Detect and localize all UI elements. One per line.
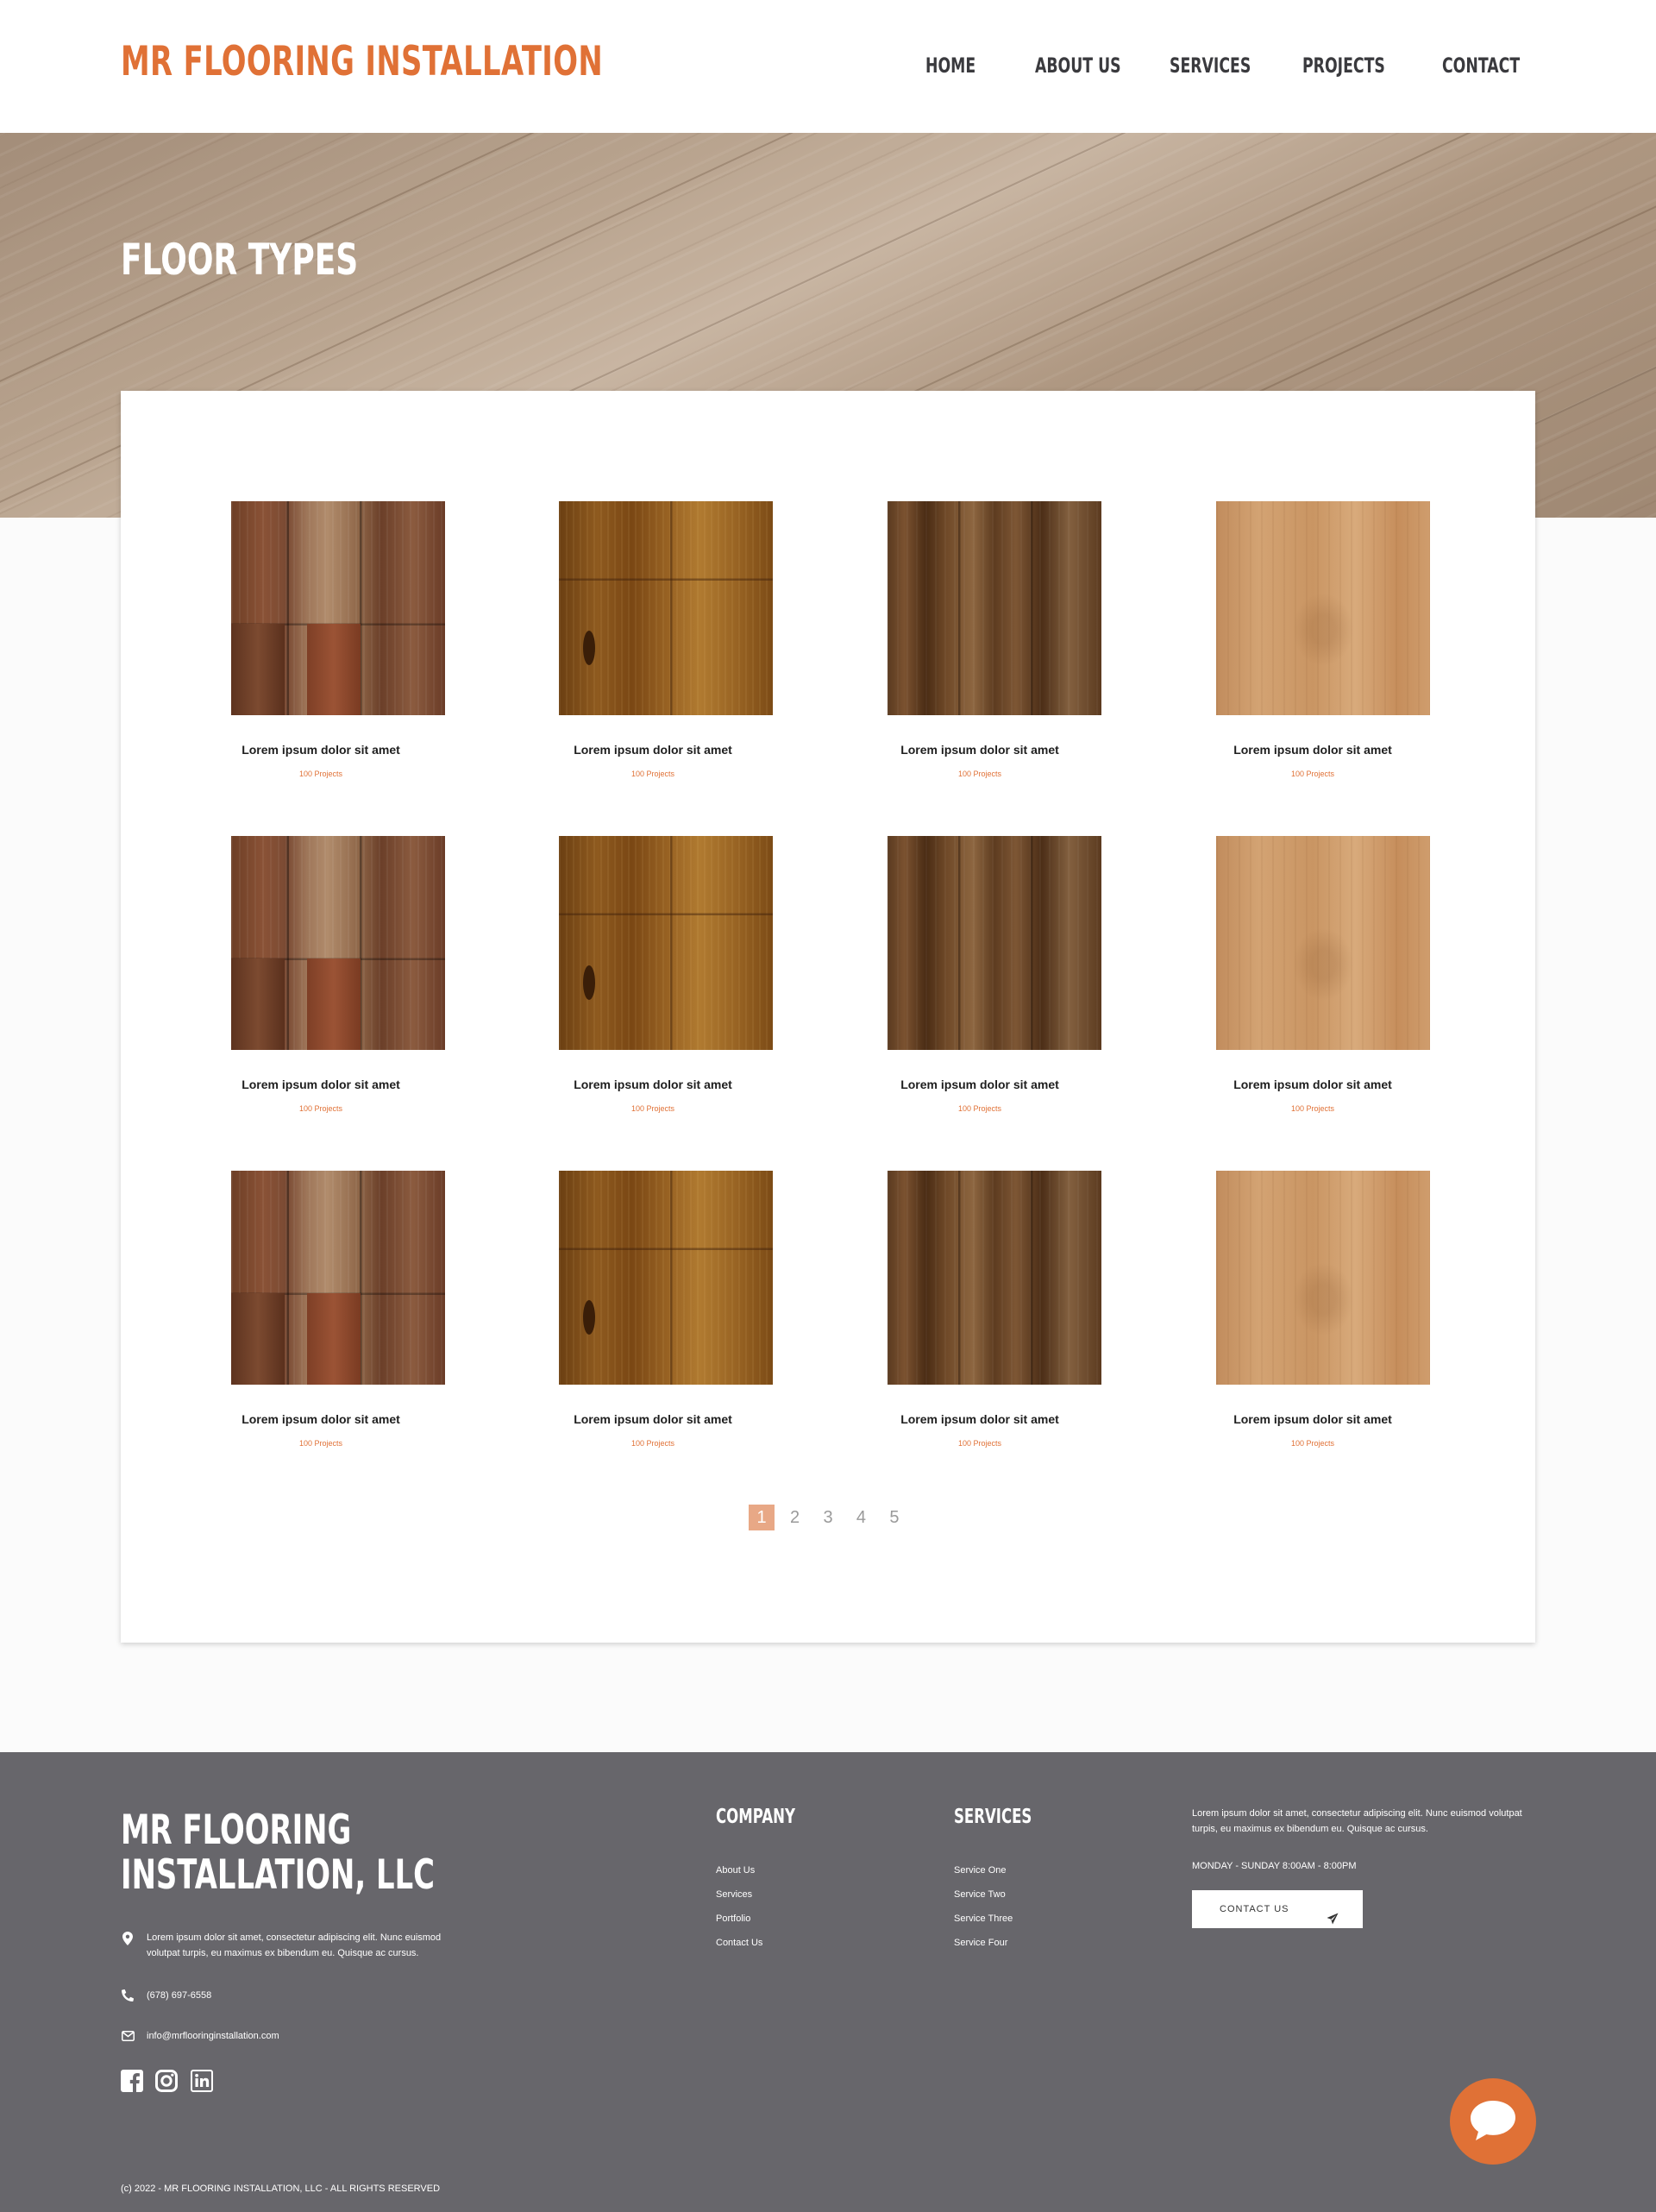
footer-link-service-three[interactable]: Service Three: [954, 1914, 1013, 1924]
floor-type-title[interactable]: Lorem ipsum dolor sit amet: [183, 1412, 459, 1426]
wood-plank-detail: [231, 1293, 285, 1385]
contact-us-button[interactable]: CONTACT US: [1192, 1890, 1363, 1928]
contact-us-button-label: CONTACT US: [1220, 1904, 1289, 1914]
footer-phone-text[interactable]: (678) 697-6558: [147, 1988, 474, 2003]
footer-brand-line1: MR FLOORING: [121, 1807, 352, 1854]
floor-type-title[interactable]: Lorem ipsum dolor sit amet: [1175, 743, 1451, 757]
page-1[interactable]: 1: [749, 1505, 775, 1530]
footer-brand-line2: INSTALLATION, LLC: [121, 1851, 435, 1899]
floor-type-title[interactable]: Lorem ipsum dolor sit amet: [183, 1078, 459, 1091]
floor-type-image[interactable]: [1216, 501, 1430, 715]
site-header: MR FLOORING INSTALLATION HOME ABOUT US S…: [0, 0, 1656, 133]
page-title: FLOOR TYPES: [121, 235, 359, 285]
nav-contact[interactable]: CONTACT: [1442, 53, 1520, 78]
floor-type-project-count[interactable]: 100 Projects: [183, 1439, 459, 1448]
floor-type-image[interactable]: [559, 501, 773, 715]
floor-type-project-count[interactable]: 100 Projects: [842, 1104, 1118, 1113]
instagram-icon[interactable]: [155, 2070, 178, 2092]
envelope-icon: [121, 2030, 135, 2044]
wood-knot-detail: [583, 965, 595, 1000]
footer-about-text: Lorem ipsum dolor sit amet, consectetur …: [1192, 1808, 1522, 1834]
wood-plank-detail: [231, 958, 285, 1050]
nav-services[interactable]: SERVICES: [1170, 53, 1251, 78]
footer-address-text: Lorem ipsum dolor sit amet, consectetur …: [147, 1932, 442, 1958]
footer-copyright: (c) 2022 - MR FLOORING INSTALLATION, LLC…: [121, 2184, 441, 2194]
floor-type-image[interactable]: [559, 836, 773, 1050]
floor-type-project-count[interactable]: 100 Projects: [1175, 770, 1451, 778]
floor-type-project-count[interactable]: 100 Projects: [183, 1104, 459, 1113]
floor-type-project-count[interactable]: 100 Projects: [515, 1439, 791, 1448]
floor-type-project-count[interactable]: 100 Projects: [183, 770, 459, 778]
facebook-icon[interactable]: [121, 2070, 143, 2092]
page-3[interactable]: 3: [815, 1505, 841, 1530]
floor-type-title[interactable]: Lorem ipsum dolor sit amet: [183, 743, 459, 757]
floor-type-image[interactable]: [888, 836, 1101, 1050]
footer-link-services[interactable]: Services: [716, 1889, 752, 1900]
wood-plank-detail: [307, 624, 361, 715]
floor-types-card: Lorem ipsum dolor sit amet 100 Projects Lo…: [121, 391, 1535, 1643]
map-pin-icon: [121, 1932, 135, 1945]
floor-type-title[interactable]: Lorem ipsum dolor sit amet: [515, 1078, 791, 1091]
floor-type-project-count[interactable]: 100 Projects: [842, 770, 1118, 778]
floor-type-image[interactable]: [888, 501, 1101, 715]
nav-projects[interactable]: PROJECTS: [1302, 53, 1385, 78]
nav-about-us[interactable]: ABOUT US: [1035, 53, 1121, 78]
floor-type-title[interactable]: Lorem ipsum dolor sit amet: [842, 743, 1118, 757]
phone-icon: [121, 1989, 135, 2003]
nav-home[interactable]: HOME: [925, 53, 975, 78]
wood-knot-detail: [583, 631, 595, 665]
floor-type-image[interactable]: [559, 1171, 773, 1385]
wood-plank-detail: [307, 1293, 361, 1385]
floor-type-image[interactable]: [1216, 1171, 1430, 1385]
footer-company-heading: COMPANY: [716, 1806, 796, 1828]
floor-type-image[interactable]: [888, 1171, 1101, 1385]
floor-type-image[interactable]: [1216, 836, 1430, 1050]
floor-type-title[interactable]: Lorem ipsum dolor sit amet: [515, 743, 791, 757]
footer-link-service-one[interactable]: Service One: [954, 1865, 1007, 1876]
footer-brand: MR FLOORING INSTALLATION, LLC: [121, 1808, 468, 1898]
floor-type-title[interactable]: Lorem ipsum dolor sit amet: [515, 1412, 791, 1426]
footer-email-text[interactable]: info@mrflooringinstallation.com: [147, 2028, 474, 2044]
floor-type-title[interactable]: Lorem ipsum dolor sit amet: [1175, 1412, 1451, 1426]
floor-type-project-count[interactable]: 100 Projects: [1175, 1104, 1451, 1113]
floor-type-project-count[interactable]: 100 Projects: [842, 1439, 1118, 1448]
floor-type-image[interactable]: [231, 836, 445, 1050]
page-5[interactable]: 5: [881, 1505, 907, 1530]
floor-type-title[interactable]: Lorem ipsum dolor sit amet: [842, 1078, 1118, 1091]
floor-type-image[interactable]: [231, 501, 445, 715]
footer-link-service-two[interactable]: Service Two: [954, 1889, 1006, 1900]
main-nav: HOME ABOUT US SERVICES PROJECTS CONTACT: [0, 53, 1656, 79]
send-icon: [1327, 1903, 1339, 1925]
footer-services-heading: SERVICES: [954, 1806, 1032, 1828]
floor-type-title[interactable]: Lorem ipsum dolor sit amet: [1175, 1078, 1451, 1091]
linkedin-icon[interactable]: [191, 2070, 213, 2092]
footer-hours: MONDAY - SUNDAY 8:00AM - 8:00PM: [1192, 1861, 1357, 1871]
floor-type-title[interactable]: Lorem ipsum dolor sit amet: [842, 1412, 1118, 1426]
wood-knot-detail: [583, 1300, 595, 1335]
wood-plank-detail: [307, 958, 361, 1050]
wood-plank-detail: [231, 624, 285, 715]
footer-link-service-four[interactable]: Service Four: [954, 1938, 1007, 1948]
pagination: 1 2 3 4 5: [121, 1505, 1535, 1530]
footer-link-about-us[interactable]: About Us: [716, 1865, 755, 1876]
site-footer: MR FLOORING INSTALLATION, LLC Lorem ipsu…: [0, 1752, 1656, 2212]
footer-link-portfolio[interactable]: Portfolio: [716, 1914, 750, 1924]
floor-type-project-count[interactable]: 100 Projects: [515, 770, 791, 778]
page-2[interactable]: 2: [782, 1505, 808, 1530]
floor-type-image[interactable]: [231, 1171, 445, 1385]
page-4[interactable]: 4: [848, 1505, 874, 1530]
floor-type-project-count[interactable]: 100 Projects: [515, 1104, 791, 1113]
chat-button[interactable]: [1450, 2078, 1536, 2165]
footer-link-contact-us[interactable]: Contact Us: [716, 1938, 762, 1948]
floor-type-project-count[interactable]: 100 Projects: [1175, 1439, 1451, 1448]
